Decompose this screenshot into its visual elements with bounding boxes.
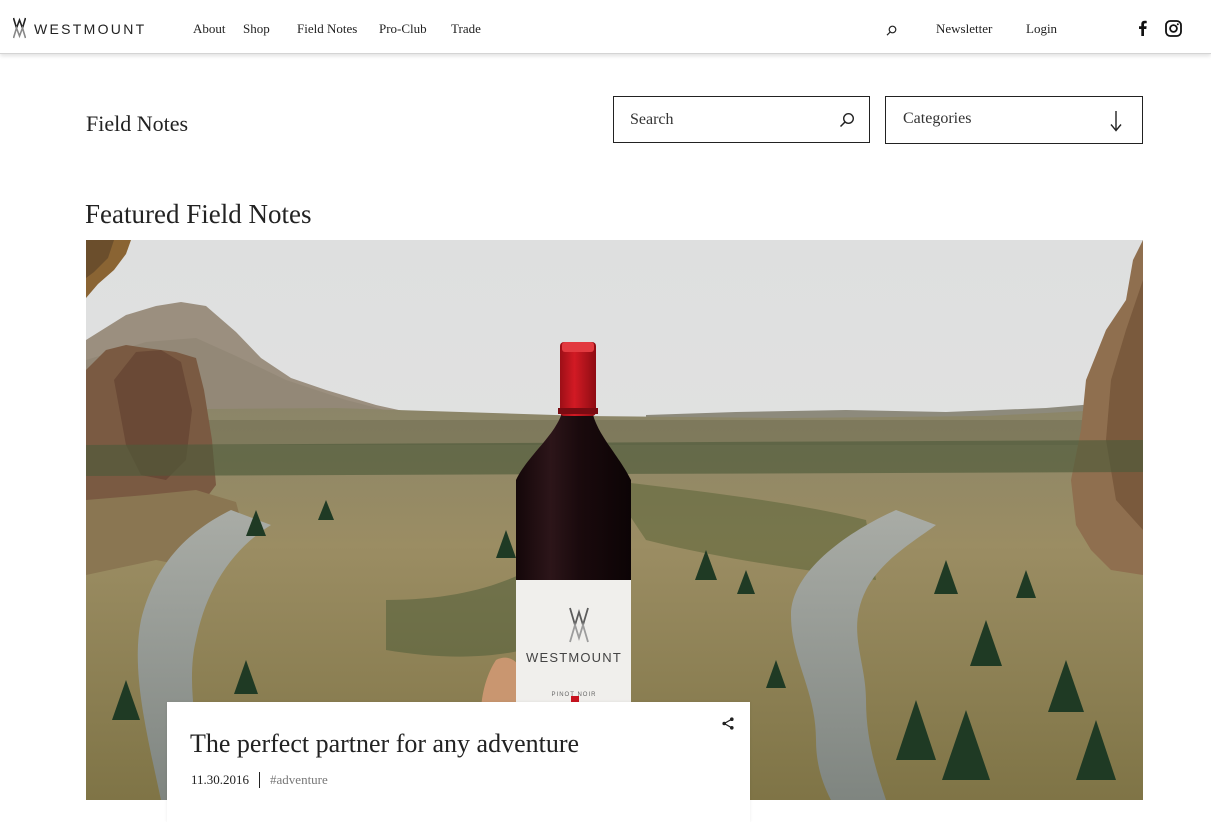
categories-dropdown[interactable]: Categories [885, 96, 1143, 144]
facebook-icon[interactable] [1136, 19, 1148, 37]
featured-heading: Featured Field Notes [85, 199, 312, 229]
nav-field-notes[interactable]: Field Notes [297, 21, 357, 37]
page-title: Field Notes [86, 111, 189, 136]
search-input[interactable] [630, 109, 830, 131]
post-tag[interactable]: #adventure [270, 772, 328, 788]
brand-wordmark: WESTMOUNT [34, 20, 147, 37]
bottle-label-brand: WESTMOUNT [526, 650, 622, 665]
brand-logo[interactable]: WESTMOUNT [13, 17, 146, 39]
nav-newsletter[interactable]: Newsletter [936, 21, 992, 37]
top-navigation-bar: WESTMOUNT About Shop Field Notes Pro-Clu… [0, 0, 1211, 54]
arrow-down-icon [1110, 110, 1122, 137]
nav-about[interactable]: About [193, 21, 226, 37]
nav-pro-club[interactable]: Pro-Club [379, 21, 427, 37]
post-meta: 11.30.2016 #adventure [191, 772, 328, 788]
nav-shop[interactable]: Shop [243, 21, 270, 37]
instagram-icon[interactable] [1164, 19, 1182, 37]
search-submit-icon[interactable] [839, 112, 855, 133]
nav-trade[interactable]: Trade [451, 21, 481, 37]
search-field[interactable] [613, 96, 870, 143]
post-date: 11.30.2016 [191, 772, 250, 787]
nav-login[interactable]: Login [1026, 21, 1057, 37]
categories-label: Categories [903, 110, 972, 127]
share-icon[interactable] [722, 717, 734, 735]
featured-post-card[interactable]: The perfect partner for any adventure 11… [167, 702, 750, 822]
post-title[interactable]: The perfect partner for any adventure [190, 729, 579, 759]
meta-divider [259, 772, 261, 788]
westmount-logo-mark [13, 17, 26, 39]
search-icon[interactable] [885, 24, 897, 36]
